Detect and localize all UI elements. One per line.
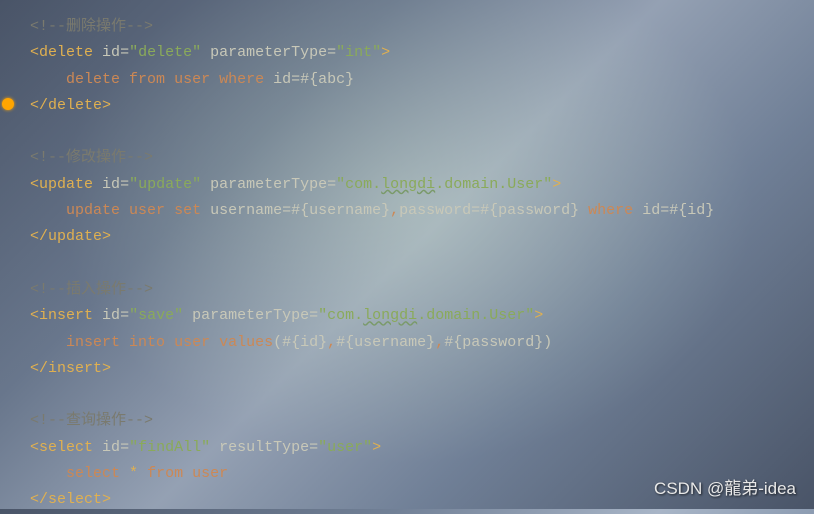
- sql-text: (#{id}: [273, 334, 327, 351]
- sql-set: set: [174, 202, 201, 219]
- update-tag: update: [39, 176, 93, 193]
- tag-close: >: [381, 44, 390, 61]
- tag-close: >: [552, 176, 561, 193]
- sql-text: id=#{abc}: [264, 71, 354, 88]
- pt-val2: longdi: [363, 307, 417, 324]
- sql-into: into: [129, 334, 165, 351]
- pt-val1: "com.: [336, 176, 381, 193]
- insert-close-tag: insert: [48, 360, 102, 377]
- sql-where: where: [588, 202, 633, 219]
- sql-from: from: [129, 71, 165, 88]
- sql-text: username=#{username}: [201, 202, 390, 219]
- sql-text: #{username}: [336, 334, 435, 351]
- comment-insert: <!--插入操作-->: [30, 281, 153, 298]
- comma: ,: [327, 334, 336, 351]
- id-value: "update": [129, 176, 201, 193]
- id-attr: id: [102, 44, 120, 61]
- update-close-tag: update: [48, 228, 102, 245]
- tag-close: >: [372, 439, 381, 456]
- eq: =: [327, 44, 336, 61]
- code-editor[interactable]: <!--删除操作--> <delete id="delete" paramete…: [0, 0, 814, 514]
- sql-values: values: [219, 334, 273, 351]
- id-attr: id: [102, 176, 120, 193]
- tag-close: >: [534, 307, 543, 324]
- tag-open: <: [30, 44, 39, 61]
- delete-tag: delete: [39, 44, 93, 61]
- sql-insert: insert: [66, 334, 120, 351]
- eq: =: [309, 307, 318, 324]
- eq: =: [120, 176, 129, 193]
- pt-val2: longdi: [381, 176, 435, 193]
- sql-where: where: [219, 71, 264, 88]
- sql-text: password=#{password}: [399, 202, 588, 219]
- close-bracket: >: [102, 228, 111, 245]
- rt-attr: resultType: [219, 439, 309, 456]
- close-bracket: >: [102, 491, 111, 508]
- comma: ,: [390, 202, 399, 219]
- pt-value: "int": [336, 44, 381, 61]
- tag-open: <: [30, 176, 39, 193]
- id-value: "save": [129, 307, 183, 324]
- close-open: </: [30, 360, 48, 377]
- sql-from: from: [147, 465, 183, 482]
- star: *: [129, 465, 138, 482]
- pt-attr: parameterType: [192, 307, 309, 324]
- eq: =: [120, 44, 129, 61]
- tag-open: <: [30, 307, 39, 324]
- id-attr: id: [102, 307, 120, 324]
- sql-select: select: [66, 465, 120, 482]
- pt-attr: parameterType: [210, 176, 327, 193]
- pt-val1: "com.: [318, 307, 363, 324]
- comment-update: <!--修改操作-->: [30, 149, 153, 166]
- sql-delete: delete: [66, 71, 120, 88]
- id-value: "delete": [129, 44, 201, 61]
- comment-select: <!--查询操作-->: [30, 412, 153, 429]
- watermark: CSDN @龍弟-idea: [654, 474, 796, 499]
- pt-val3: .domain.User": [417, 307, 534, 324]
- pt-val3: .domain.User": [435, 176, 552, 193]
- eq: =: [120, 307, 129, 324]
- close-open: </: [30, 491, 48, 508]
- sql-user: user: [174, 334, 210, 351]
- tag-open: <: [30, 439, 39, 456]
- close-open: </: [30, 97, 48, 114]
- sql-user: user: [192, 465, 228, 482]
- select-close-tag: select: [48, 491, 102, 508]
- delete-close-tag: delete: [48, 97, 102, 114]
- sql-text: id=#{id}: [633, 202, 714, 219]
- sql-user: user: [129, 202, 165, 219]
- id-value: "findAll": [129, 439, 210, 456]
- pt-attr: parameterType: [210, 44, 327, 61]
- sql-update: update: [66, 202, 120, 219]
- sql-user: user: [174, 71, 210, 88]
- select-tag: select: [39, 439, 93, 456]
- sql-text: #{password}): [444, 334, 552, 351]
- eq: =: [120, 439, 129, 456]
- comma: ,: [435, 334, 444, 351]
- close-bracket: >: [102, 360, 111, 377]
- id-attr: id: [102, 439, 120, 456]
- eq: =: [309, 439, 318, 456]
- close-open: </: [30, 228, 48, 245]
- comment-delete: <!--删除操作-->: [30, 18, 153, 35]
- eq: =: [327, 176, 336, 193]
- insert-tag: insert: [39, 307, 93, 324]
- rt-value: "user": [318, 439, 372, 456]
- close-bracket: >: [102, 97, 111, 114]
